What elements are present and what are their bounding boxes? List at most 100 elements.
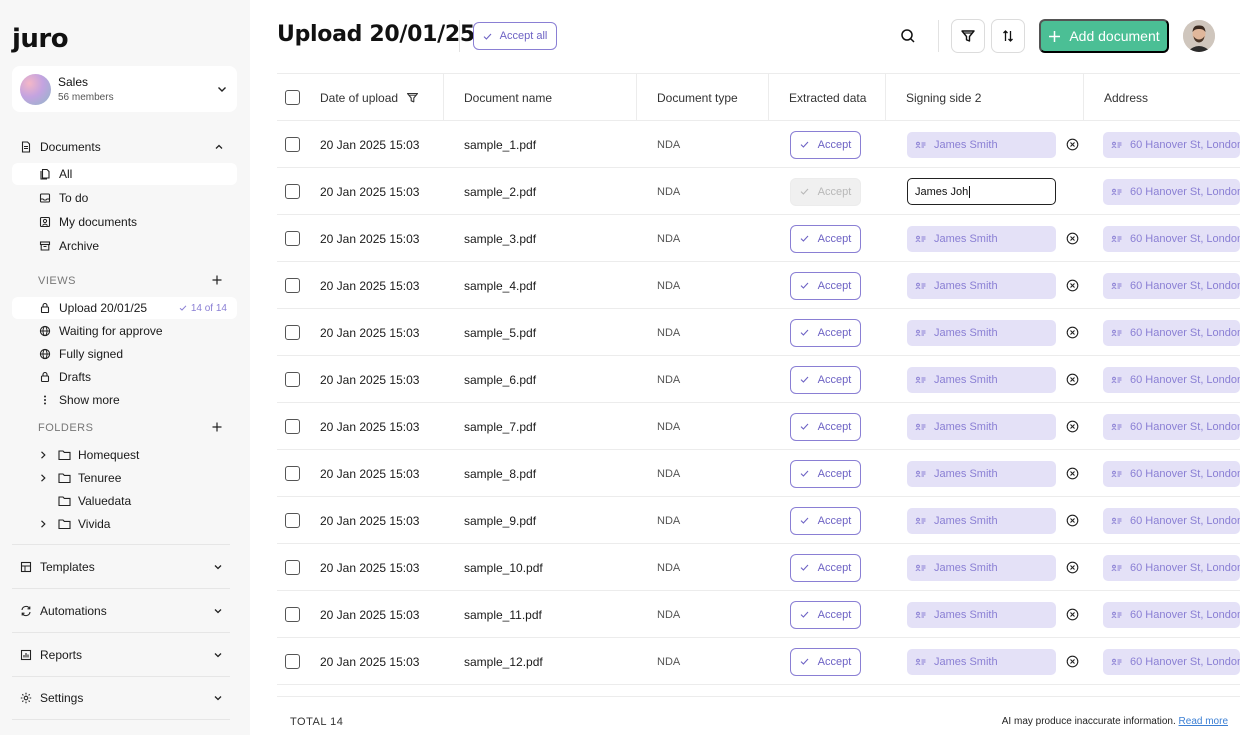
clear-icon[interactable] <box>1066 279 1079 292</box>
row-checkbox[interactable] <box>285 513 300 528</box>
address-chip[interactable]: 60 Hanover St, London <box>1103 460 1240 487</box>
address-chip[interactable]: 60 Hanover St, London <box>1103 413 1240 440</box>
accept-button[interactable]: Accept <box>790 271 861 300</box>
signing-side-chip[interactable]: James Smith <box>907 366 1056 393</box>
table-row[interactable]: 20 Jan 2025 15:03 sample_4.pdf NDA Accept Ja… <box>277 262 1240 309</box>
table-row[interactable]: 20 Jan 2025 15:03 sample_9.pdf NDA Accept Ja… <box>277 497 1240 544</box>
row-checkbox[interactable] <box>285 560 300 575</box>
row-checkbox[interactable] <box>285 231 300 246</box>
table-row[interactable]: 20 Jan 2025 15:03 sample_2.pdf NDA Accept Ja… <box>277 168 1240 215</box>
accept-button[interactable]: Accept <box>790 130 861 159</box>
signing-side-chip[interactable]: James Smith <box>907 601 1056 628</box>
team-switcher[interactable]: Sales 56 members <box>12 66 237 112</box>
row-checkbox[interactable] <box>285 372 300 387</box>
signing-side-chip[interactable]: James Smith <box>907 131 1056 158</box>
row-checkbox[interactable] <box>285 325 300 340</box>
clear-icon[interactable] <box>1066 561 1079 574</box>
sidebar-group-reports[interactable]: Reports <box>12 632 230 676</box>
signing-side-chip[interactable]: James Smith <box>907 648 1056 675</box>
chevron-right-icon[interactable] <box>38 450 48 460</box>
document-name[interactable]: sample_8.pdf <box>464 450 634 497</box>
signing-side-chip[interactable]: James Smith <box>907 319 1056 346</box>
signing-side-chip[interactable]: James Smith <box>907 554 1056 581</box>
address-chip[interactable]: 60 Hanover St, London <box>1103 225 1240 252</box>
table-row[interactable]: 20 Jan 2025 15:03 sample_7.pdf NDA Accept Ja… <box>277 403 1240 450</box>
address-chip[interactable]: 60 Hanover St, London <box>1103 178 1240 205</box>
accept-button[interactable]: Accept <box>790 459 861 488</box>
sort-button[interactable] <box>991 19 1025 53</box>
address-chip[interactable]: 60 Hanover St, London <box>1103 319 1240 346</box>
signing-side-input[interactable]: James Joh <box>907 178 1056 205</box>
accept-button[interactable]: Accept <box>790 600 861 629</box>
document-name[interactable]: sample_12.pdf <box>464 638 634 685</box>
sidebar-view-fully-signed[interactable]: Fully signed <box>12 343 237 365</box>
select-all-checkbox[interactable] <box>285 90 300 105</box>
accept-button[interactable]: Accept <box>790 318 861 347</box>
clear-icon[interactable] <box>1066 514 1079 527</box>
sidebar-view-upload[interactable]: Upload 20/01/25 14 of 14 <box>12 297 237 319</box>
address-chip[interactable]: 60 Hanover St, London <box>1103 648 1240 675</box>
accept-button[interactable]: Accept <box>790 647 861 676</box>
table-row[interactable]: 20 Jan 2025 15:03 sample_6.pdf NDA Accept Ja… <box>277 356 1240 403</box>
accept-button[interactable]: Accept <box>790 224 861 253</box>
sidebar-group-settings[interactable]: Settings <box>12 676 230 720</box>
signing-side-chip[interactable]: James Smith <box>907 460 1056 487</box>
accept-button[interactable]: Accept <box>790 412 861 441</box>
clear-icon[interactable] <box>1066 608 1079 621</box>
clear-icon[interactable] <box>1066 420 1079 433</box>
document-name[interactable]: sample_5.pdf <box>464 309 634 356</box>
clear-icon[interactable] <box>1066 373 1079 386</box>
sidebar-group-automations[interactable]: Automations <box>12 588 230 632</box>
row-checkbox[interactable] <box>285 278 300 293</box>
sidebar-group-templates[interactable]: Templates <box>12 544 230 588</box>
chevron-right-icon[interactable] <box>38 473 48 483</box>
sidebar-view-drafts[interactable]: Drafts <box>12 366 237 388</box>
table-row[interactable]: 20 Jan 2025 15:03 sample_10.pdf NDA Accept J… <box>277 544 1240 591</box>
add-document-button[interactable]: Add document <box>1039 19 1169 53</box>
clear-icon[interactable] <box>1066 138 1079 151</box>
document-name[interactable]: sample_6.pdf <box>464 356 634 403</box>
accept-button[interactable]: Accept <box>790 365 861 394</box>
sidebar-item-all[interactable]: All <box>12 163 237 185</box>
document-name[interactable]: sample_3.pdf <box>464 215 634 262</box>
column-signing[interactable]: Signing side 2 <box>885 74 1083 121</box>
row-checkbox[interactable] <box>285 137 300 152</box>
column-address[interactable]: Address <box>1083 74 1240 121</box>
row-checkbox[interactable] <box>285 607 300 622</box>
address-chip[interactable]: 60 Hanover St, London <box>1103 554 1240 581</box>
signing-side-chip[interactable]: James Smith <box>907 507 1056 534</box>
table-row[interactable]: 20 Jan 2025 15:03 sample_1.pdf NDA Accept Ja… <box>277 121 1240 168</box>
signing-side-chip[interactable]: James Smith <box>907 272 1056 299</box>
address-chip[interactable]: 60 Hanover St, London <box>1103 272 1240 299</box>
filter-icon[interactable] <box>406 91 419 104</box>
document-name[interactable]: sample_4.pdf <box>464 262 634 309</box>
search-button[interactable] <box>896 24 920 48</box>
table-row[interactable]: 20 Jan 2025 15:03 sample_12.pdf NDA Accept J… <box>277 638 1240 685</box>
row-checkbox[interactable] <box>285 419 300 434</box>
document-name[interactable]: sample_1.pdf <box>464 121 634 168</box>
row-checkbox[interactable] <box>285 184 300 199</box>
read-more-link[interactable]: Read more <box>1179 716 1228 727</box>
column-name[interactable]: Document name <box>443 74 636 121</box>
accept-all-button[interactable]: Accept all <box>473 22 557 50</box>
row-checkbox[interactable] <box>285 654 300 669</box>
document-name[interactable]: sample_2.pdf <box>464 168 634 215</box>
document-name[interactable]: sample_10.pdf <box>464 544 634 591</box>
sidebar-item-todo[interactable]: To do <box>12 187 237 209</box>
folder-vivida[interactable]: Vivida <box>38 513 110 535</box>
clear-icon[interactable] <box>1066 655 1079 668</box>
folder-valuedata[interactable]: Valuedata <box>38 490 131 512</box>
sidebar-show-more[interactable]: Show more <box>12 389 237 411</box>
address-chip[interactable]: 60 Hanover St, London <box>1103 601 1240 628</box>
row-checkbox[interactable] <box>285 466 300 481</box>
column-extracted[interactable]: Extracted data <box>768 74 885 121</box>
address-chip[interactable]: 60 Hanover St, London <box>1103 366 1240 393</box>
table-row[interactable]: 20 Jan 2025 15:03 sample_11.pdf NDA Accept J… <box>277 591 1240 638</box>
table-row[interactable]: 20 Jan 2025 15:03 sample_3.pdf NDA Accept Ja… <box>277 215 1240 262</box>
document-name[interactable]: sample_9.pdf <box>464 497 634 544</box>
address-chip[interactable]: 60 Hanover St, London <box>1103 507 1240 534</box>
signing-side-chip[interactable]: James Smith <box>907 225 1056 252</box>
filter-button[interactable] <box>951 19 985 53</box>
table-row[interactable]: 20 Jan 2025 15:03 sample_5.pdf NDA Accept Ja… <box>277 309 1240 356</box>
table-row[interactable]: 20 Jan 2025 15:03 sample_8.pdf NDA Accept Ja… <box>277 450 1240 497</box>
